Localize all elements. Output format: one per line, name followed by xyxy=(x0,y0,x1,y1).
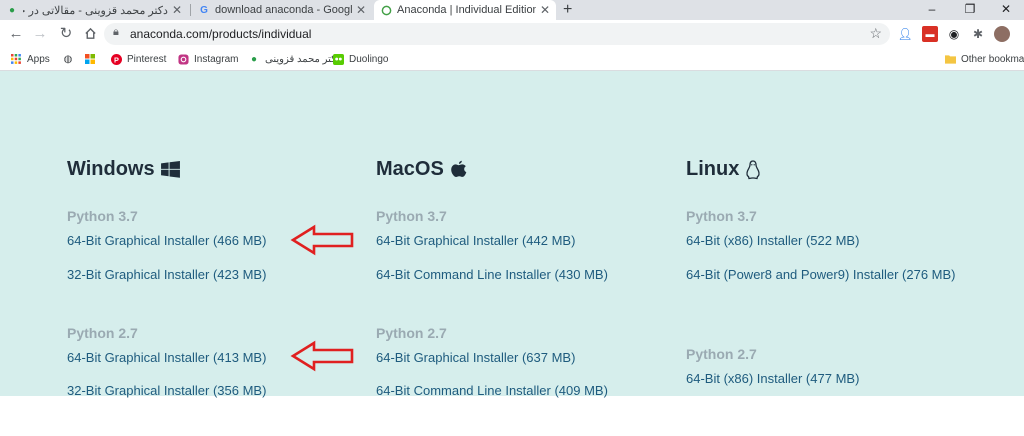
download-link[interactable]: 64-Bit (x86) Installer (477 MB) xyxy=(686,368,859,389)
profile-extension-icon[interactable]: 👤︎ xyxy=(897,26,913,42)
loading-spinner-icon xyxy=(380,4,392,16)
minimize-button[interactable]: – xyxy=(914,0,950,20)
puzzle-extensions-icon[interactable]: ✱ xyxy=(970,26,986,42)
page-footer-area xyxy=(0,396,1024,436)
python-version: Python 2.7 xyxy=(376,325,447,341)
python-version: Python 2.7 xyxy=(686,346,757,362)
annotation-arrow-icon xyxy=(290,340,354,372)
bookmark-label: Duolingo xyxy=(349,53,389,65)
google-icon: G xyxy=(200,4,208,16)
close-icon[interactable]: ✕ xyxy=(540,3,550,17)
tab-1[interactable]: ● دکتر محمد قزوینی - مقالاتی در حوزه‌های… xyxy=(0,0,188,20)
site-icon: ● xyxy=(250,53,258,65)
windows-logo-icon xyxy=(160,161,180,178)
bookmark-label: Instagram xyxy=(194,53,239,65)
bookmark-instagram[interactable]: Instagram xyxy=(177,51,238,67)
home-icon[interactable] xyxy=(78,20,102,48)
instagram-icon xyxy=(177,53,189,65)
tab-3-label: Anaconda | Individual Edition xyxy=(397,4,536,16)
url-text: anaconda.com/products/individual xyxy=(130,27,312,41)
download-link[interactable]: 64-Bit Graphical Installer (413 MB) xyxy=(67,347,266,368)
annotation-arrow-icon xyxy=(290,224,354,256)
reload-icon[interactable]: ↻ xyxy=(54,20,78,48)
apps-grid-icon xyxy=(10,53,22,65)
folder-icon xyxy=(944,53,956,65)
download-link[interactable]: 64-Bit Graphical Installer (466 MB) xyxy=(67,230,266,251)
download-link[interactable]: 64-Bit Command Line Installer (430 MB) xyxy=(376,264,608,285)
download-link[interactable]: 64-Bit (x86) Installer (522 MB) xyxy=(686,230,859,251)
bookmark-microsoft[interactable] xyxy=(84,51,101,67)
python-version: Python 3.7 xyxy=(376,208,447,224)
other-bookmarks[interactable]: Other bookmar xyxy=(944,51,1024,67)
globe-icon: ◍ xyxy=(63,53,73,65)
download-link[interactable]: 32-Bit Graphical Installer (423 MB) xyxy=(67,264,266,285)
bookmark-star-icon[interactable]: ☆ xyxy=(869,25,882,42)
bookmark-globe[interactable]: ◍ xyxy=(62,51,79,67)
python-version: Python 2.7 xyxy=(67,325,138,341)
other-bookmarks-label: Other bookmar xyxy=(961,53,1024,65)
os-heading-windows: Windows xyxy=(67,158,180,181)
bookmark-label: Apps xyxy=(27,53,50,65)
svg-text:P: P xyxy=(114,55,119,64)
new-tab-button[interactable]: + xyxy=(563,0,572,20)
close-icon[interactable]: ✕ xyxy=(356,3,366,17)
os-title: Linux xyxy=(686,158,740,180)
bookmark-label: دکتر محمد قزوینی xyxy=(265,53,341,65)
apple-logo-icon xyxy=(451,160,467,177)
address-bar[interactable]: 🔒︎ anaconda.com/products/individual ☆ xyxy=(104,23,890,45)
download-link[interactable]: 32-Bit Graphical Installer (356 MB) xyxy=(67,380,266,401)
restore-button[interactable]: ❐ xyxy=(952,0,988,20)
python-version: Python 3.7 xyxy=(686,208,757,224)
os-title: MacOS xyxy=(376,158,444,180)
panda-extension-icon[interactable]: ◉ xyxy=(946,26,962,42)
linux-tux-icon xyxy=(746,159,761,179)
os-heading-macos: MacOS xyxy=(376,158,467,181)
tab-3[interactable]: Anaconda | Individual Edition ✕ xyxy=(374,0,556,20)
close-window-button[interactable]: ✕ xyxy=(988,0,1024,20)
tab-2-label: download anaconda - Google Se xyxy=(215,4,352,16)
tab-2[interactable]: G download anaconda - Google Se ✕ xyxy=(192,0,372,20)
download-link[interactable]: 64-Bit Graphical Installer (637 MB) xyxy=(376,347,575,368)
os-heading-linux: Linux xyxy=(686,158,761,181)
forward-arrow-icon[interactable]: → xyxy=(28,20,52,48)
download-link[interactable]: 64-Bit (Power8 and Power9) Installer (27… xyxy=(686,264,956,285)
bookmark-pinterest[interactable]: P Pinterest xyxy=(110,51,166,67)
bookmark-apps[interactable]: Apps xyxy=(10,51,50,67)
download-link[interactable]: 64-Bit Command Line Installer (409 MB) xyxy=(376,380,608,401)
site-icon: ● xyxy=(8,4,16,16)
download-link[interactable]: 64-Bit Graphical Installer (442 MB) xyxy=(376,230,575,251)
duolingo-icon xyxy=(332,53,344,65)
bookmark-label: Pinterest xyxy=(127,53,167,65)
tab-1-label: دکتر محمد قزوینی - مقالاتی در حوزه‌های م… xyxy=(23,4,168,17)
microsoft-icon xyxy=(84,53,96,65)
close-icon[interactable]: ✕ xyxy=(172,3,182,17)
avatar[interactable] xyxy=(994,26,1010,42)
red-extension-icon[interactable]: ▬ xyxy=(922,26,938,42)
tab-divider xyxy=(190,4,191,16)
bookmark-duolingo[interactable]: Duolingo xyxy=(332,51,388,67)
python-version: Python 3.7 xyxy=(67,208,138,224)
pinterest-icon: P xyxy=(110,53,122,65)
os-title: Windows xyxy=(67,158,155,180)
bookmark-site[interactable]: ● دکتر محمد قزوینی xyxy=(248,51,340,67)
lock-icon: 🔒︎ xyxy=(113,26,119,38)
back-arrow-icon[interactable]: ← xyxy=(4,20,28,48)
